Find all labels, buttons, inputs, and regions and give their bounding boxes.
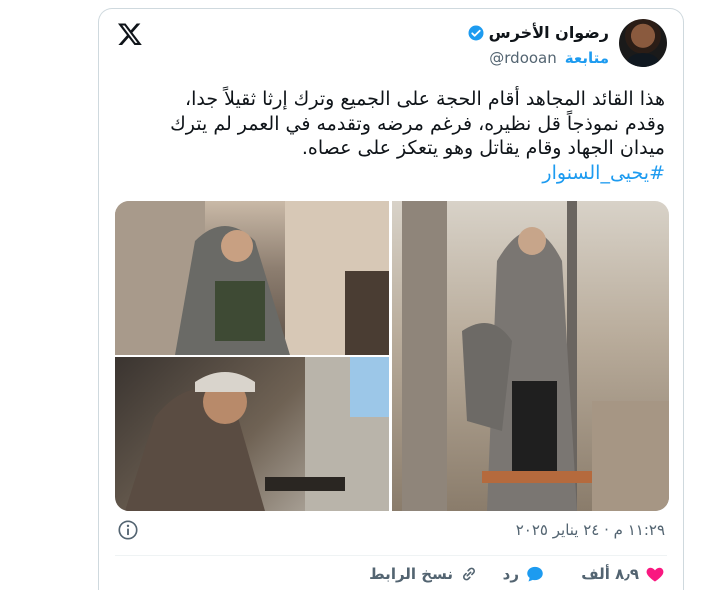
author-name[interactable]: رضوان الأخرس <box>489 23 609 42</box>
tweet-timestamp[interactable]: ١١:٢٩ م · ٢٤ يناير ٢٠٢٥ <box>516 521 665 539</box>
tweet-text: هذا القائد المجاهد أقام الحجة على الجميع… <box>113 87 665 185</box>
hashtag-link[interactable]: #يحيى_السنوار <box>113 161 665 186</box>
reply-icon <box>527 566 543 582</box>
author-handle[interactable]: @rdooan <box>489 49 556 67</box>
avatar[interactable] <box>619 19 667 67</box>
tweet-text-line: هذا القائد المجاهد أقام الحجة على الجميع… <box>184 88 665 110</box>
like-button[interactable]: ٨٫٩ ألف <box>581 564 665 584</box>
media-grid <box>115 201 669 511</box>
x-logo-icon[interactable] <box>117 21 143 47</box>
tweet-card[interactable]: رضوان الأخرس متابعة @rdooan هذا القائد ا… <box>98 8 684 590</box>
tweet-text-line: وقدم نموذجاً قل نظيره، فرغم مرضه وتقدمه … <box>170 112 665 135</box>
tweet-text-line: ميدان الجهاد وقام يقاتل وهو يتعكز على عص… <box>301 137 665 159</box>
info-icon[interactable] <box>117 519 139 541</box>
divider <box>115 555 667 556</box>
like-count: ٨٫٩ ألف <box>581 565 639 583</box>
reply-button[interactable]: رد <box>503 564 545 584</box>
handle-row: متابعة @rdooan <box>489 49 609 67</box>
author-row: رضوان الأخرس <box>467 23 609 42</box>
heart-icon <box>646 567 664 582</box>
media-image[interactable] <box>115 201 389 355</box>
media-image[interactable] <box>115 357 389 511</box>
reply-label: رد <box>502 565 519 583</box>
verified-icon <box>468 25 484 40</box>
action-bar: ٨٫٩ ألف رد نسخ الرابط <box>99 564 683 588</box>
link-icon <box>463 567 475 581</box>
copy-link-button[interactable]: نسخ الرابط <box>369 564 479 584</box>
follow-button[interactable]: متابعة <box>565 49 609 67</box>
copy-link-label: نسخ الرابط <box>369 565 453 583</box>
media-image[interactable] <box>392 201 669 511</box>
